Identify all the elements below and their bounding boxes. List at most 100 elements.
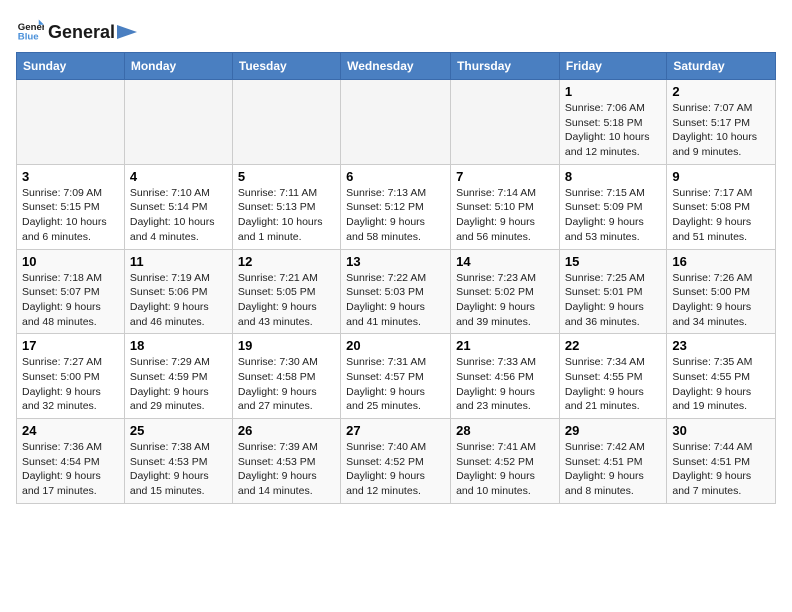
day-number: 8	[565, 169, 661, 184]
calendar-cell: 18 Sunrise: 7:29 AM Sunset: 4:59 PM Dayli…	[124, 334, 232, 419]
day-number: 15	[565, 254, 661, 269]
weekday-header-thursday: Thursday	[451, 53, 560, 80]
day-info: Sunrise: 7:25 AM Sunset: 5:01 PM Dayligh…	[565, 271, 661, 330]
calendar-cell	[17, 80, 125, 165]
calendar-cell	[232, 80, 340, 165]
calendar-cell: 5 Sunrise: 7:11 AM Sunset: 5:13 PM Daylig…	[232, 164, 340, 249]
day-number: 25	[130, 423, 227, 438]
day-info: Sunrise: 7:15 AM Sunset: 5:09 PM Dayligh…	[565, 186, 661, 245]
day-info: Sunrise: 7:11 AM Sunset: 5:13 PM Dayligh…	[238, 186, 335, 245]
calendar-cell: 20Sunrise: 7:31 AM Sunset: 4:57 PM Dayli…	[341, 334, 451, 419]
day-info: Sunrise: 7:34 AM Sunset: 4:55 PM Dayligh…	[565, 355, 661, 414]
day-info: Sunrise: 7:07 AM Sunset: 5:17 PM Dayligh…	[672, 101, 770, 160]
day-info: Sunrise: 7:40 AM Sunset: 4:52 PM Dayligh…	[346, 440, 445, 499]
day-number: 4	[130, 169, 227, 184]
day-number: 7	[456, 169, 554, 184]
logo-icon: General Blue	[16, 16, 44, 44]
day-info: Sunrise: 7:13 AM Sunset: 5:12 PM Dayligh…	[346, 186, 445, 245]
day-info: Sunrise: 7:30 AM Sunset: 4:58 PM Dayligh…	[238, 355, 335, 414]
day-number: 18	[130, 338, 227, 353]
day-number: 9	[672, 169, 770, 184]
calendar-cell: 30 Sunrise: 7:44 AM Sunset: 4:51 PM Dayli…	[667, 419, 776, 504]
calendar-table: SundayMondayTuesdayWednesdayThursdayFrid…	[16, 52, 776, 504]
calendar-cell: 13 Sunrise: 7:22 AM Sunset: 5:03 PM Dayli…	[341, 249, 451, 334]
day-number: 11	[130, 254, 227, 269]
day-number: 30	[672, 423, 770, 438]
week-row-3: 10 Sunrise: 7:18 AM Sunset: 5:07 PM Dayli…	[17, 249, 776, 334]
day-info: Sunrise: 7:22 AM Sunset: 5:03 PM Dayligh…	[346, 271, 445, 330]
day-info: Sunrise: 7:36 AM Sunset: 4:54 PM Dayligh…	[22, 440, 119, 499]
day-info: Sunrise: 7:27 AM Sunset: 5:00 PM Dayligh…	[22, 355, 119, 414]
calendar-cell: 17 Sunrise: 7:27 AM Sunset: 5:00 PM Dayli…	[17, 334, 125, 419]
calendar-cell: 12 Sunrise: 7:21 AM Sunset: 5:05 PM Dayli…	[232, 249, 340, 334]
week-row-1: 1 Sunrise: 7:06 AM Sunset: 5:18 PM Daylig…	[17, 80, 776, 165]
day-number: 17	[22, 338, 119, 353]
week-row-2: 3 Sunrise: 7:09 AM Sunset: 5:15 PM Daylig…	[17, 164, 776, 249]
weekday-header-row: SundayMondayTuesdayWednesdayThursdayFrid…	[17, 53, 776, 80]
day-number: 12	[238, 254, 335, 269]
day-info: Sunrise: 7:33 AM Sunset: 4:56 PM Dayligh…	[456, 355, 554, 414]
svg-text:Blue: Blue	[18, 32, 39, 43]
day-number: 5	[238, 169, 335, 184]
calendar-cell: 24 Sunrise: 7:36 AM Sunset: 4:54 PM Dayli…	[17, 419, 125, 504]
day-number: 27	[346, 423, 445, 438]
weekday-header-tuesday: Tuesday	[232, 53, 340, 80]
day-number: 16	[672, 254, 770, 269]
calendar-cell: 28 Sunrise: 7:41 AM Sunset: 4:52 PM Dayli…	[451, 419, 560, 504]
day-info: Sunrise: 7:29 AM Sunset: 4:59 PM Dayligh…	[130, 355, 227, 414]
logo: General Blue General	[16, 16, 137, 44]
day-info: Sunrise: 7:19 AM Sunset: 5:06 PM Dayligh…	[130, 271, 227, 330]
day-info: Sunrise: 7:26 AM Sunset: 5:00 PM Dayligh…	[672, 271, 770, 330]
weekday-header-monday: Monday	[124, 53, 232, 80]
calendar-cell: 7Sunrise: 7:14 AM Sunset: 5:10 PM Daylig…	[451, 164, 560, 249]
day-info: Sunrise: 7:21 AM Sunset: 5:05 PM Dayligh…	[238, 271, 335, 330]
calendar-cell: 29 Sunrise: 7:42 AM Sunset: 4:51 PM Dayli…	[559, 419, 666, 504]
calendar-cell: 3 Sunrise: 7:09 AM Sunset: 5:15 PM Daylig…	[17, 164, 125, 249]
calendar-cell: 23 Sunrise: 7:35 AM Sunset: 4:55 PM Dayli…	[667, 334, 776, 419]
calendar-cell: 15 Sunrise: 7:25 AM Sunset: 5:01 PM Dayli…	[559, 249, 666, 334]
calendar-cell: 6Sunrise: 7:13 AM Sunset: 5:12 PM Daylig…	[341, 164, 451, 249]
calendar-cell: 21Sunrise: 7:33 AM Sunset: 4:56 PM Dayli…	[451, 334, 560, 419]
day-number: 1	[565, 84, 661, 99]
calendar-cell: 10 Sunrise: 7:18 AM Sunset: 5:07 PM Dayli…	[17, 249, 125, 334]
calendar-cell: 19 Sunrise: 7:30 AM Sunset: 4:58 PM Dayli…	[232, 334, 340, 419]
day-info: Sunrise: 7:06 AM Sunset: 5:18 PM Dayligh…	[565, 101, 661, 160]
day-info: Sunrise: 7:35 AM Sunset: 4:55 PM Dayligh…	[672, 355, 770, 414]
day-number: 2	[672, 84, 770, 99]
day-info: Sunrise: 7:44 AM Sunset: 4:51 PM Dayligh…	[672, 440, 770, 499]
calendar-cell: 14 Sunrise: 7:23 AM Sunset: 5:02 PM Dayli…	[451, 249, 560, 334]
weekday-header-saturday: Saturday	[667, 53, 776, 80]
day-number: 20	[346, 338, 445, 353]
day-info: Sunrise: 7:09 AM Sunset: 5:15 PM Dayligh…	[22, 186, 119, 245]
day-number: 10	[22, 254, 119, 269]
day-info: Sunrise: 7:18 AM Sunset: 5:07 PM Dayligh…	[22, 271, 119, 330]
header: General Blue General	[16, 16, 776, 44]
calendar-cell: 25 Sunrise: 7:38 AM Sunset: 4:53 PM Dayli…	[124, 419, 232, 504]
day-info: Sunrise: 7:10 AM Sunset: 5:14 PM Dayligh…	[130, 186, 227, 245]
calendar-cell: 26Sunrise: 7:39 AM Sunset: 4:53 PM Dayli…	[232, 419, 340, 504]
day-number: 13	[346, 254, 445, 269]
day-number: 24	[22, 423, 119, 438]
calendar-cell: 1 Sunrise: 7:06 AM Sunset: 5:18 PM Daylig…	[559, 80, 666, 165]
day-info: Sunrise: 7:42 AM Sunset: 4:51 PM Dayligh…	[565, 440, 661, 499]
day-info: Sunrise: 7:23 AM Sunset: 5:02 PM Dayligh…	[456, 271, 554, 330]
day-number: 28	[456, 423, 554, 438]
week-row-4: 17 Sunrise: 7:27 AM Sunset: 5:00 PM Dayli…	[17, 334, 776, 419]
day-info: Sunrise: 7:17 AM Sunset: 5:08 PM Dayligh…	[672, 186, 770, 245]
day-info: Sunrise: 7:41 AM Sunset: 4:52 PM Dayligh…	[456, 440, 554, 499]
weekday-header-wednesday: Wednesday	[341, 53, 451, 80]
logo-text: General	[48, 22, 115, 43]
day-number: 3	[22, 169, 119, 184]
weekday-header-sunday: Sunday	[17, 53, 125, 80]
calendar-cell: 4 Sunrise: 7:10 AM Sunset: 5:14 PM Daylig…	[124, 164, 232, 249]
day-number: 23	[672, 338, 770, 353]
day-info: Sunrise: 7:38 AM Sunset: 4:53 PM Dayligh…	[130, 440, 227, 499]
logo-arrow-icon	[117, 25, 137, 39]
calendar-cell: 8 Sunrise: 7:15 AM Sunset: 5:09 PM Daylig…	[559, 164, 666, 249]
day-number: 22	[565, 338, 661, 353]
calendar-cell: 27 Sunrise: 7:40 AM Sunset: 4:52 PM Dayli…	[341, 419, 451, 504]
calendar-cell: 2 Sunrise: 7:07 AM Sunset: 5:17 PM Daylig…	[667, 80, 776, 165]
day-number: 14	[456, 254, 554, 269]
day-number: 29	[565, 423, 661, 438]
day-number: 19	[238, 338, 335, 353]
